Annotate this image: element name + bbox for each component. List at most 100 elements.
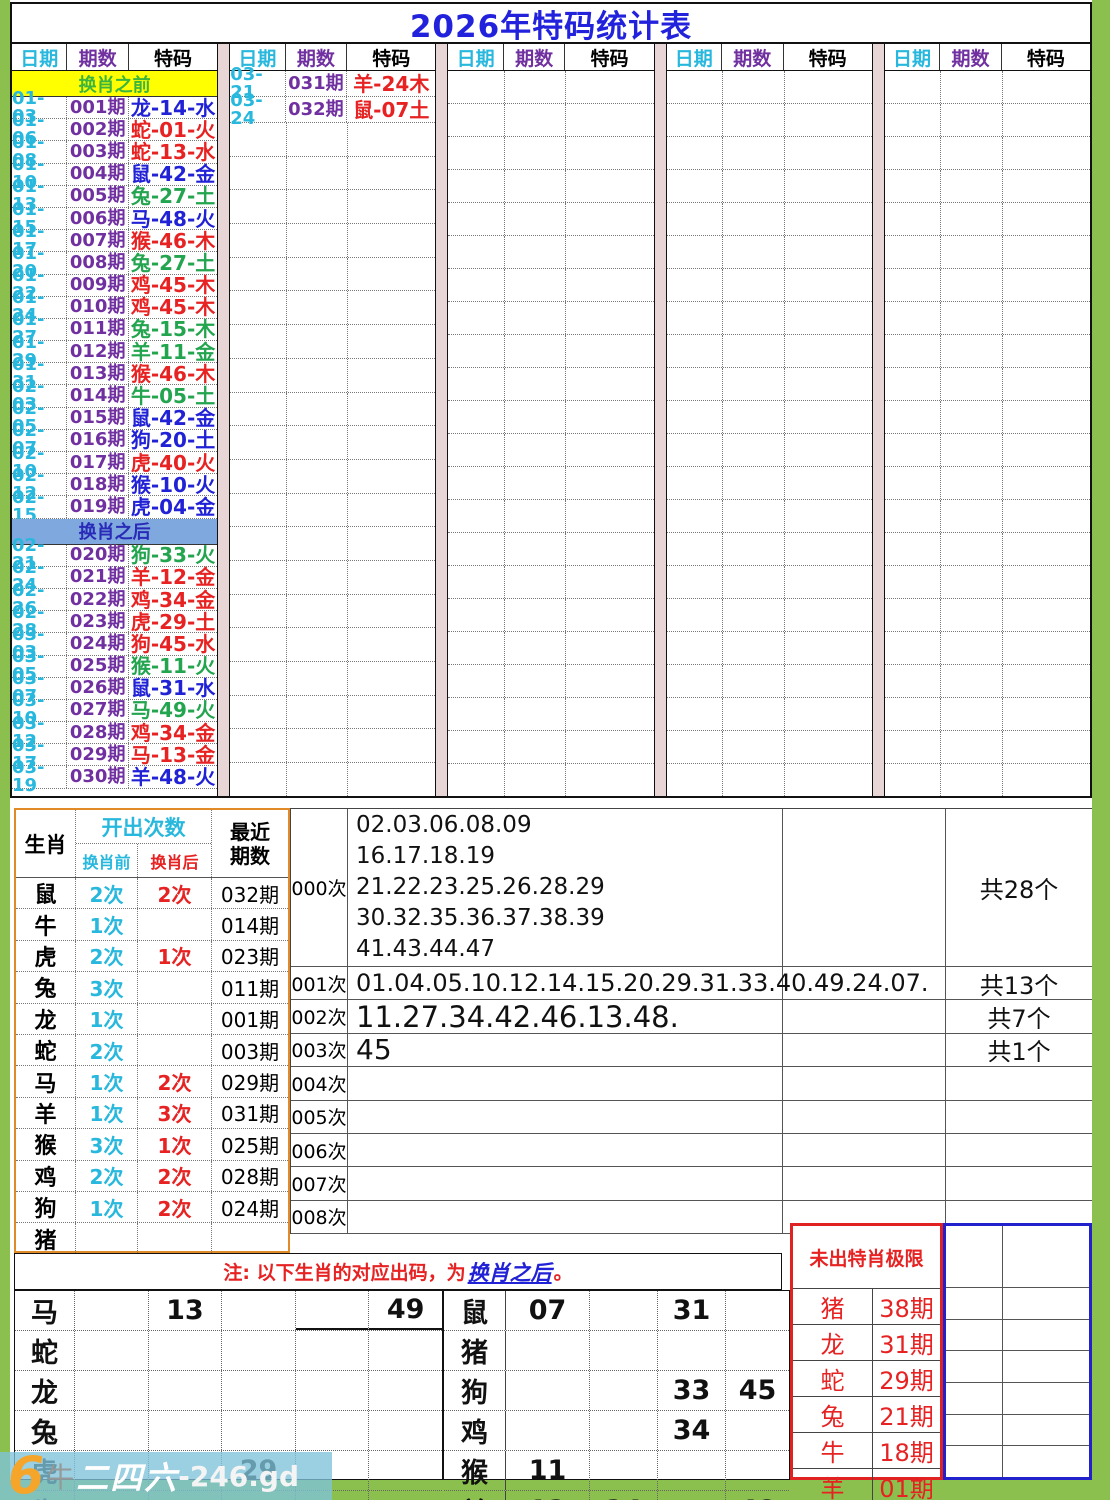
blue-grid-cell <box>946 1383 1003 1414</box>
empty-row <box>666 401 872 434</box>
row-cell: 45 <box>738 1375 777 1406</box>
header-period: 期数 <box>722 44 784 70</box>
draws-group-4: 日期 期数 特码 <box>666 44 872 796</box>
bottom-left-row: 蛇 <box>15 1331 442 1371</box>
group-separator <box>653 44 667 796</box>
draw-code: 鸡-45-木 <box>130 295 216 320</box>
blue-grid-row <box>946 1226 1089 1288</box>
stats-row: 马 1次 2次 029期 <box>16 1066 288 1098</box>
row-cell <box>726 1331 789 1370</box>
draw-period: 006期 <box>67 207 129 230</box>
draw-code: 龙-14-水 <box>130 95 216 120</box>
stats-after-count: 2次 <box>138 1160 212 1191</box>
draws-group-1: 日期 期数 特码 换肖之前 01-03 001期 龙-14-水 01-06 00… <box>12 44 218 796</box>
draw-period: 031期 <box>286 71 348 96</box>
header-date: 日期 <box>885 44 941 70</box>
empty-row <box>448 401 654 434</box>
limit-row: 猪 38期 <box>793 1289 940 1325</box>
frequency-numbers: 45 <box>348 1033 783 1066</box>
stats-row: 龙 1次 001期 <box>16 1003 288 1035</box>
page-title-bar: 2026年特码统计表 <box>10 2 1092 45</box>
draw-code: 蛇-13-水 <box>130 139 216 164</box>
blue-grid-cell <box>1003 1383 1089 1414</box>
stats-before-count: 2次 <box>76 940 138 972</box>
row-cell <box>149 1331 223 1370</box>
draw-period: 015期 <box>67 407 129 429</box>
empty-row <box>448 500 654 533</box>
empty-row <box>666 104 872 137</box>
empty-row <box>666 368 872 401</box>
group-header: 日期 期数 特码 <box>884 44 1091 71</box>
empty-row <box>666 533 872 566</box>
row-cell <box>296 1371 370 1410</box>
blue-grid-cell <box>1003 1351 1089 1382</box>
draw-period: 032期 <box>286 97 348 122</box>
empty-row <box>230 527 436 561</box>
zodiac-stats-table: 生肖 开出次数 换肖前 换肖后 最近期数 鼠 2次 2次 032期 牛 1次 0… <box>14 808 290 1255</box>
draw-code: 蛇-01-火 <box>130 117 216 142</box>
limit-zodiac: 蛇 <box>793 1361 873 1396</box>
blue-grid-cell <box>1003 1226 1089 1287</box>
empty-row <box>666 698 872 731</box>
limit-zodiac: 羊 <box>793 1469 873 1500</box>
draw-period: 013期 <box>67 363 129 385</box>
draw-code: 猴-46-木 <box>130 361 216 386</box>
draw-code: 虎-04-金 <box>130 494 216 519</box>
draw-period: 003期 <box>67 141 129 163</box>
draw-code: 虎-40-火 <box>130 450 216 475</box>
empty-row <box>230 560 436 595</box>
blue-grid-cell <box>1003 1415 1089 1446</box>
stats-header-before: 换肖前 <box>76 844 138 877</box>
draw-period: 018期 <box>67 474 129 496</box>
stats-row: 狗 1次 2次 024期 <box>16 1191 288 1224</box>
stats-after-count <box>138 1003 212 1034</box>
draw-period: 027期 <box>67 699 129 722</box>
note-text: 注: 以下生肖的对应出码，为 <box>223 1262 466 1284</box>
stats-recent-period: 031期 <box>220 1102 280 1127</box>
row-cell: 49 <box>369 1291 442 1330</box>
draw-date: 03-19 <box>12 758 68 795</box>
row-cell <box>222 1331 296 1370</box>
stats-zodiac: 牛 <box>16 909 76 940</box>
watermark-url: -246.gd <box>178 1459 300 1493</box>
frequency-count: 共13个 <box>979 971 1059 1000</box>
stats-before-count: 1次 <box>76 1003 138 1034</box>
row-cell <box>369 1491 442 1500</box>
empty-row <box>448 566 654 599</box>
empty-row <box>666 665 872 698</box>
stats-header-zodiac: 生肖 <box>16 810 76 877</box>
empty-row <box>448 665 654 698</box>
draws-table: 日期 期数 特码 换肖之前 01-03 001期 龙-14-水 01-06 00… <box>10 42 1092 798</box>
blue-grid-cell <box>1003 1288 1089 1319</box>
empty-row <box>666 335 872 368</box>
stats-header: 生肖 开出次数 换肖前 换肖后 最近期数 <box>16 810 288 878</box>
empty-row <box>884 599 1091 632</box>
stats-recent-period: 025期 <box>220 1133 280 1158</box>
draw-code: 猴-11-火 <box>130 654 216 679</box>
row-cell <box>726 1291 789 1330</box>
stats-after-count: 2次 <box>138 1191 212 1223</box>
blue-grid-cell <box>946 1351 1003 1383</box>
row-cell <box>658 1331 726 1370</box>
draw-period: 002期 <box>67 119 129 141</box>
frequency-label: 008次 <box>291 1200 348 1234</box>
row-cell: 33 <box>658 1371 726 1410</box>
group-header: 日期 期数 特码 <box>666 44 872 71</box>
stats-header-counts: 开出次数 换肖前 换肖后 <box>76 810 212 877</box>
draw-period: 023期 <box>67 611 129 633</box>
empty-row <box>230 459 436 494</box>
frequency-label: 005次 <box>291 1100 348 1133</box>
row-zodiac: 猴 <box>444 1451 506 1490</box>
empty-row <box>666 434 872 467</box>
draw-period: 028期 <box>67 722 129 744</box>
row-cell <box>590 1291 658 1330</box>
note-highlight: 换肖之后 <box>467 1260 552 1285</box>
row-cell <box>369 1331 442 1370</box>
group-header: 日期 期数 特码 <box>12 44 218 71</box>
bottom-right-table: 鼠 07 31 猪 狗 33 45 鸡 34 猴 11 <box>443 1290 790 1500</box>
blue-grid-row <box>946 1319 1089 1352</box>
empty-row <box>448 764 653 796</box>
empty-row <box>884 533 1091 566</box>
draws-group-2: 日期 期数 特码 03-21 031期 羊-24木 03-24 032期 鼠-0 <box>230 44 436 796</box>
limit-zodiac: 猪 <box>793 1289 873 1324</box>
